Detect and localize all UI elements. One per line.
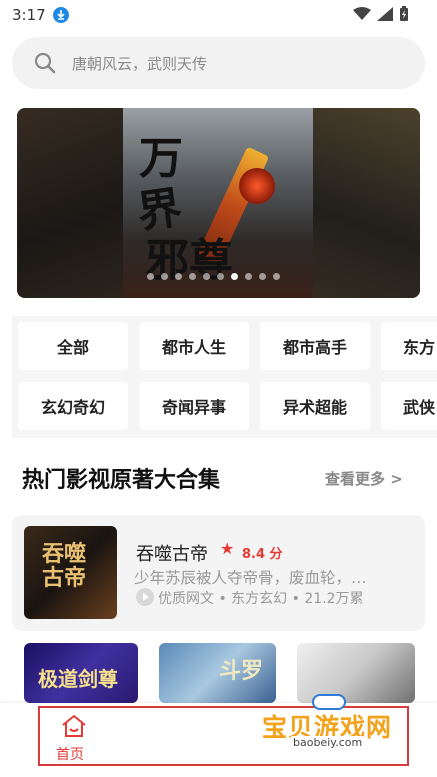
wifi-icon xyxy=(353,7,371,20)
book-meta: 优质网文 • 东方玄幻 • 21.2万累 xyxy=(158,591,364,607)
carousel-dot[interactable] xyxy=(161,273,168,280)
carousel-dot[interactable] xyxy=(175,273,182,280)
carousel-dot[interactable] xyxy=(217,273,224,280)
category-grid: 全部 都市人生 都市高手 东方 玄幻奇幻 奇闻异事 异术超能 武侠 xyxy=(12,316,437,438)
carousel-dot[interactable] xyxy=(203,273,210,280)
see-more-link[interactable]: 查看更多 > xyxy=(325,468,403,489)
category-eastern[interactable]: 东方 xyxy=(381,322,437,370)
category-urban-life[interactable]: 都市人生 xyxy=(139,322,249,370)
banner-carousel[interactable]: 万 界 邪尊 xyxy=(17,108,420,298)
gem-art xyxy=(239,168,275,204)
book-cover-text: 吞噬古帝 xyxy=(42,541,87,591)
battery-icon xyxy=(400,6,408,21)
book-thumb-2[interactable]: 斗罗 xyxy=(159,643,276,703)
play-icon xyxy=(136,588,154,606)
book-card[interactable]: 吞噬古帝 吞噬古帝 ★ 8.4 分 少年苏辰被人夺帝骨，废血轮，… 优质网文 •… xyxy=(12,515,425,631)
nav-home-label: 首页 xyxy=(56,747,84,763)
banner-cover-image[interactable]: 万 界 邪尊 xyxy=(123,108,313,298)
carousel-indicator xyxy=(147,273,280,280)
carousel-dot[interactable] xyxy=(231,273,238,280)
category-all[interactable]: 全部 xyxy=(18,322,128,370)
book-title: 吞噬古帝 xyxy=(136,544,208,565)
home-icon xyxy=(62,715,86,737)
carousel-dot[interactable] xyxy=(245,273,252,280)
search-bar[interactable]: 唐朝风云，武则天传 xyxy=(12,37,425,89)
category-fantasy[interactable]: 玄幻奇幻 xyxy=(18,382,128,430)
carousel-dot[interactable] xyxy=(189,273,196,280)
watermark-url: baobeiy.com xyxy=(290,736,366,749)
status-time: 3:17 xyxy=(12,6,46,24)
signal-icon xyxy=(377,7,393,21)
book-thumb-title: 斗罗 xyxy=(219,658,264,684)
banner-next-cover xyxy=(310,108,420,298)
status-icons xyxy=(353,6,409,22)
status-bar: 3:17 xyxy=(0,0,437,32)
section-title: 热门影视原著大合集 xyxy=(22,468,221,493)
banner-prev-cover xyxy=(17,108,127,298)
search-icon xyxy=(34,52,56,74)
category-superpower[interactable]: 异术超能 xyxy=(260,382,370,430)
book-thumb-1[interactable]: 极道剑尊 xyxy=(24,643,138,703)
nav-home[interactable]: 首页 xyxy=(52,711,96,763)
category-strange-tales[interactable]: 奇闻异事 xyxy=(139,382,249,430)
carousel-dot[interactable] xyxy=(147,273,154,280)
category-wuxia[interactable]: 武侠 xyxy=(381,382,437,430)
book-description: 少年苏辰被人夺帝骨，废血轮，… xyxy=(134,569,367,587)
book-cover[interactable]: 吞噬古帝 xyxy=(24,526,117,619)
star-icon: ★ xyxy=(220,539,235,558)
book-thumb-title: 极道剑尊 xyxy=(38,667,118,691)
carousel-dot[interactable] xyxy=(259,273,266,280)
search-placeholder: 唐朝风云，武则天传 xyxy=(72,55,208,73)
watermark-logo: 宝贝游戏网 baobeiy.com xyxy=(262,694,412,756)
book-score: 8.4 分 xyxy=(242,547,283,562)
category-urban-master[interactable]: 都市高手 xyxy=(260,322,370,370)
download-icon xyxy=(53,7,69,23)
carousel-dot[interactable] xyxy=(273,273,280,280)
